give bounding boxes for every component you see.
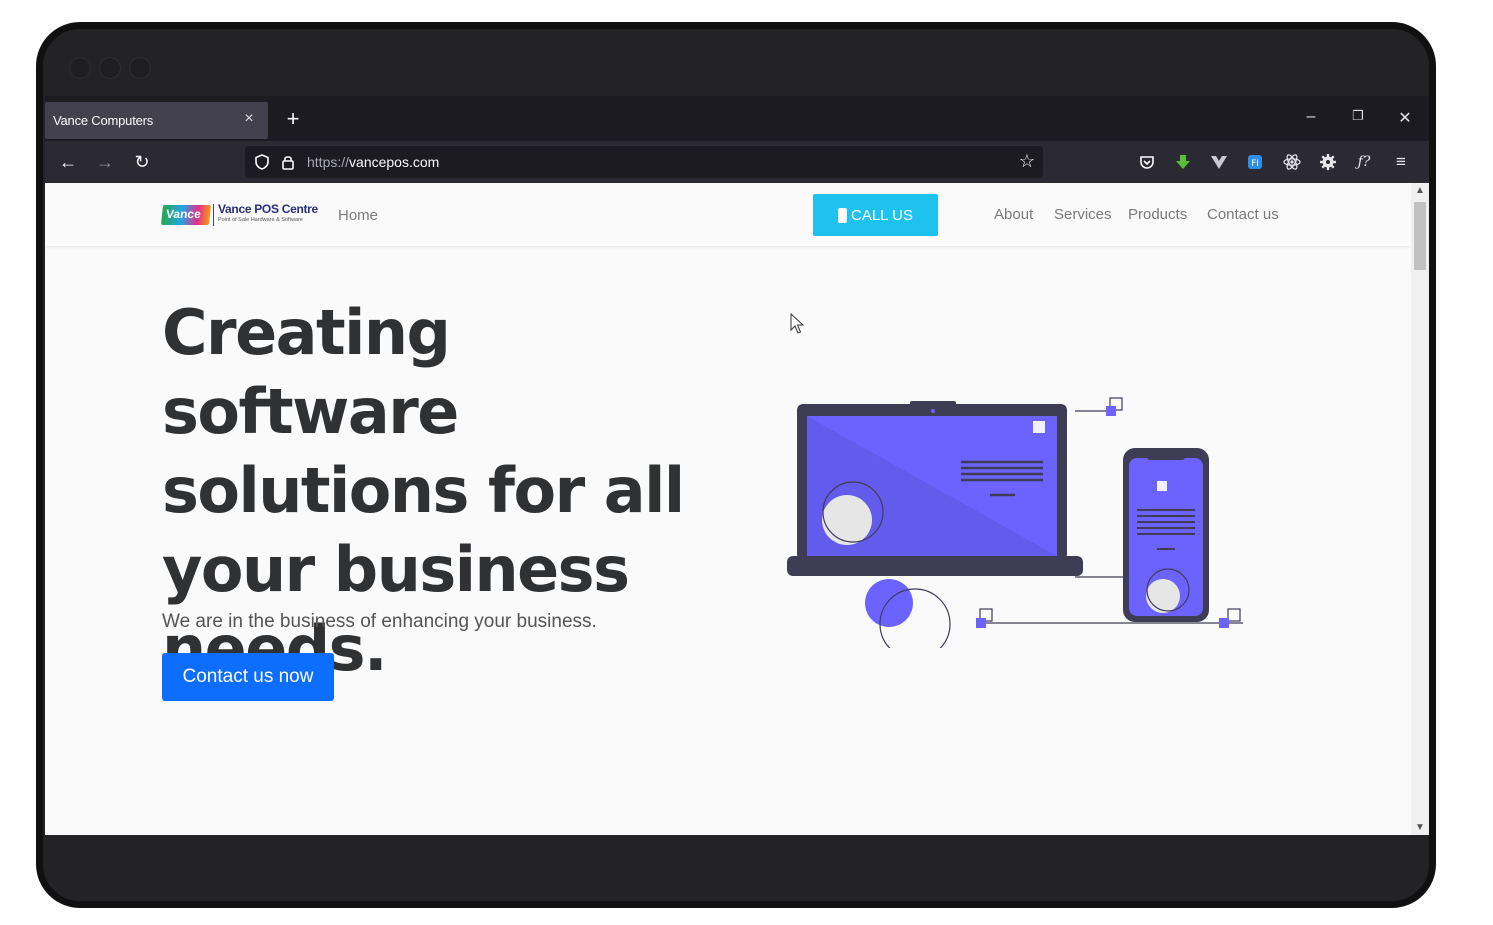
restore-button[interactable]: ❐	[1347, 108, 1369, 124]
scroll-up-icon[interactable]: ▲	[1415, 185, 1425, 196]
tab-title: Vance Computers	[53, 113, 154, 128]
url-bar[interactable]: https://vancepos.com ☆	[245, 146, 1043, 178]
shield-icon[interactable]	[253, 153, 271, 171]
url-host: vancepos.com	[349, 154, 440, 170]
pocket-icon[interactable]	[1137, 152, 1157, 172]
site-logo[interactable]: Vance Vance POS Centre Point of Sale Har…	[160, 202, 318, 230]
forward-arrow-icon[interactable]: →	[94, 151, 116, 173]
url-scheme: https://	[307, 154, 350, 170]
browser-bottom-bar	[45, 835, 1429, 901]
react-icon[interactable]	[1282, 152, 1302, 172]
devices-illustration	[787, 397, 1243, 648]
download-icon[interactable]	[1173, 152, 1193, 172]
logo-badge: Vance	[160, 205, 212, 225]
logo-tagline: Point of Sale Hardware & Software	[218, 217, 303, 223]
contact-us-now-button[interactable]: Contact us now	[162, 653, 334, 701]
reload-icon[interactable]: ↻	[131, 151, 153, 173]
scroll-thumb[interactable]	[1414, 202, 1426, 270]
extension-icon[interactable]: FI	[1245, 152, 1265, 172]
phone-icon	[838, 207, 847, 223]
call-us-label: CALL US	[851, 206, 913, 224]
minimize-button[interactable]: –	[1300, 108, 1322, 126]
nav-about-link[interactable]: About	[994, 206, 1033, 223]
vue-icon[interactable]	[1209, 152, 1229, 172]
nav-home-link[interactable]: Home	[338, 207, 378, 224]
logo-name: Vance POS Centre	[218, 202, 318, 216]
tab-strip: Vance Computers × + – ❐ ✕	[45, 96, 1429, 141]
nav-contact-link[interactable]: Contact us	[1207, 206, 1279, 223]
page-viewport: Vance Vance POS Centre Point of Sale Har…	[45, 183, 1429, 835]
menu-icon[interactable]: ≡	[1391, 152, 1411, 172]
close-window-button[interactable]: ✕	[1394, 108, 1416, 128]
tab-close-icon[interactable]: ×	[240, 110, 258, 128]
svg-text:FI: FI	[1251, 159, 1259, 169]
call-us-button[interactable]: CALL US	[813, 194, 938, 236]
new-tab-button[interactable]: +	[281, 105, 305, 133]
nav-products-link[interactable]: Products	[1128, 206, 1187, 223]
maximize-dot[interactable]	[129, 57, 151, 79]
logo-badge-text: Vance	[165, 207, 202, 221]
gear-icon[interactable]	[1318, 152, 1338, 172]
close-dot[interactable]	[69, 57, 91, 79]
font-icon[interactable]: ƒ?	[1354, 152, 1374, 172]
star-icon[interactable]: ☆	[1019, 151, 1035, 172]
window-traffic-lights	[69, 57, 151, 79]
tab-active[interactable]: Vance Computers ×	[45, 102, 268, 139]
page-scrollbar[interactable]: ▲ ▼	[1411, 183, 1429, 835]
lock-icon[interactable]	[279, 153, 297, 171]
browser-toolbar: ← → ↻ https://vancepos.com ☆ FI ƒ? ≡	[45, 141, 1429, 183]
minimize-dot[interactable]	[99, 57, 121, 79]
url-text[interactable]: https://vancepos.com	[307, 154, 439, 170]
logo-divider	[213, 204, 214, 226]
site-header: Vance Vance POS Centre Point of Sale Har…	[45, 183, 1411, 246]
nav-services-link[interactable]: Services	[1054, 206, 1112, 223]
hero-subtitle: We are in the business of enhancing your…	[162, 611, 597, 632]
device-frame: Vance Computers × + – ❐ ✕ ← → ↻ https://…	[36, 22, 1436, 908]
scroll-down-icon[interactable]: ▼	[1415, 822, 1425, 833]
back-arrow-icon[interactable]: ←	[57, 151, 79, 173]
